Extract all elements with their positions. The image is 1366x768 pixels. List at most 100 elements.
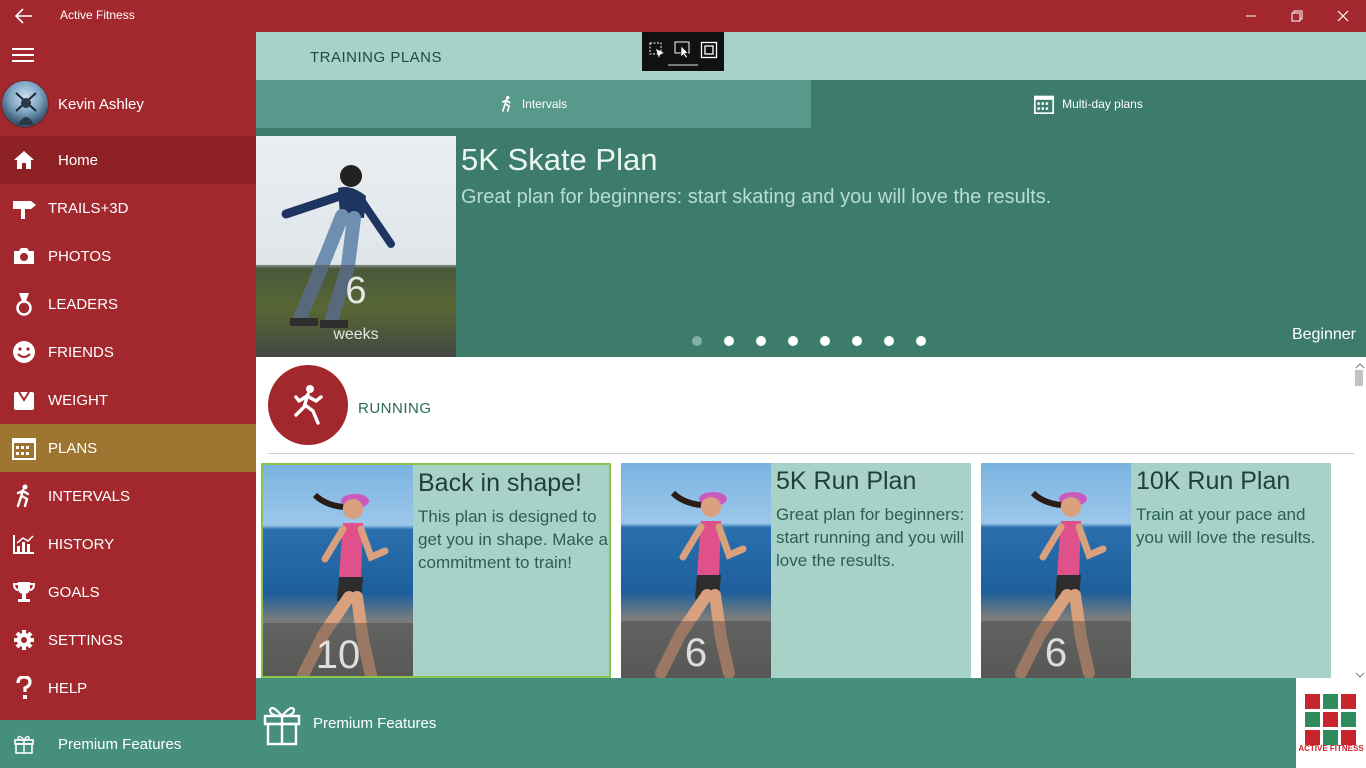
sidebar-item-label: INTERVALS <box>48 487 130 505</box>
scrollbar-thumb[interactable] <box>1355 370 1363 386</box>
toolbar-handle[interactable] <box>668 64 698 66</box>
sidebar-item-help[interactable]: HELP <box>0 664 256 712</box>
tab-label: Intervals <box>521 97 568 111</box>
premium-features-label: Premium Features <box>58 735 182 753</box>
smiley-icon <box>0 328 48 376</box>
back-arrow-icon[interactable] <box>14 7 34 25</box>
plan-title: Back in shape! <box>418 469 582 497</box>
duration-value: 6 <box>345 270 367 312</box>
featured-plan-title: 5K Skate Plan <box>461 142 658 177</box>
plan-description: Train at your pace and you will love the… <box>1136 505 1316 547</box>
minimize-button[interactable] <box>1228 0 1274 32</box>
trophy-icon <box>0 568 48 616</box>
sidebar-item-label: SETTINGS <box>48 631 124 649</box>
tab-intervals[interactable]: Intervals <box>256 80 811 128</box>
signpost-icon <box>0 184 48 232</box>
gear-icon <box>0 616 48 664</box>
chart-icon <box>0 520 48 568</box>
sidebar-item-photos[interactable]: PHOTOS <box>0 232 256 280</box>
sidebar-item-label: FRIENDS <box>48 343 114 361</box>
pager-dot[interactable] <box>884 336 894 346</box>
running-woman-icon <box>268 365 348 445</box>
pager-dot[interactable] <box>820 336 830 346</box>
plan-description: Great plan for beginners: start running … <box>776 505 965 570</box>
pager-dot[interactable] <box>724 336 734 346</box>
debug-toolbar <box>642 32 724 71</box>
gift-icon <box>0 734 48 754</box>
scroll-down-arrow-icon[interactable] <box>1355 667 1365 678</box>
profile-name: Kevin Ashley <box>58 96 144 113</box>
restore-button[interactable] <box>1274 0 1320 32</box>
plan-duration: 10 <box>315 633 361 677</box>
select-element-icon[interactable] <box>648 41 666 59</box>
page-title: TRAINING PLANS <box>310 49 443 66</box>
bottom-premium-bar[interactable]: Premium Features ACTIVE FITNESS <box>256 678 1366 768</box>
featured-plan-description: Great plan for beginners: start skating … <box>461 186 1052 208</box>
pointer-icon[interactable] <box>674 41 692 59</box>
plan-title: 10K Run Plan <box>1136 467 1291 495</box>
close-button[interactable] <box>1320 0 1366 32</box>
plan-duration: 6 <box>1044 631 1068 675</box>
gift-icon <box>262 702 302 746</box>
sidebar-item-label: GOALS <box>48 583 100 601</box>
sidebar-item-settings[interactable]: SETTINGS <box>0 616 256 664</box>
frame-icon[interactable] <box>700 41 718 59</box>
avatar <box>1 80 49 128</box>
sidebar-item-trails[interactable]: TRAILS+3D <box>0 184 256 232</box>
logo-text: ACTIVE FITNESS <box>1298 744 1364 753</box>
sidebar-premium-features[interactable]: Premium Features <box>0 720 256 768</box>
camera-icon <box>0 232 48 280</box>
sidebar-item-label: WEIGHT <box>48 391 108 409</box>
pager-dot[interactable] <box>692 336 702 346</box>
sidebar-item-label: LEADERS <box>48 295 119 313</box>
plan-description: This plan is designed to get you in shap… <box>418 507 608 572</box>
plan-card[interactable]: 10 Back in shape! This plan is designed … <box>261 463 611 678</box>
hamburger-menu-icon[interactable] <box>12 48 36 66</box>
question-icon <box>0 664 48 712</box>
sidebar-item-label: PHOTOS <box>48 247 112 265</box>
skater-photo <box>256 136 456 357</box>
home-icon <box>0 136 48 184</box>
plan-title: 5K Run Plan <box>776 467 917 495</box>
title-bar: Active Fitness <box>0 0 1366 32</box>
pager-dot[interactable] <box>916 336 926 346</box>
calendar-icon <box>1034 94 1055 114</box>
runner-icon <box>0 472 48 520</box>
sidebar-item-label: TRAILS+3D <box>48 199 129 217</box>
difficulty-level: Beginner <box>1291 326 1356 343</box>
pager-dot[interactable] <box>756 336 766 346</box>
sidebar-item-leaders[interactable]: LEADERS <box>0 280 256 328</box>
sidebar-item-label: HISTORY <box>48 535 115 553</box>
plan-duration: 6 <box>684 631 708 675</box>
pager-dot[interactable] <box>852 336 862 346</box>
sidebar-item-weight[interactable]: WEIGHT <box>0 376 256 424</box>
pager-dot[interactable] <box>788 336 798 346</box>
sidebar-item-label: Home <box>58 151 99 169</box>
sidebar-item-label: PLANS <box>48 439 98 457</box>
active-fitness-logo: ACTIVE FITNESS <box>1296 678 1366 768</box>
user-profile[interactable]: Kevin Ashley <box>0 80 256 130</box>
logo-grid <box>1305 694 1356 745</box>
sidebar-item-plans[interactable]: PLANS <box>0 424 256 472</box>
tab-multi-day-plans[interactable]: Multi-day plans <box>811 80 1366 128</box>
scale-icon <box>0 376 48 424</box>
calendar-icon <box>0 424 48 472</box>
plan-card[interactable]: 6 10K Run Plan Train at your pace and yo… <box>981 463 1331 678</box>
page-header: TRAINING PLANS <box>256 32 1366 80</box>
sidebar-item-friends[interactable]: FRIENDS <box>0 328 256 376</box>
medal-icon <box>0 280 48 328</box>
sidebar-item-home[interactable]: Home <box>0 136 256 184</box>
tab-label: Multi-day plans <box>1062 97 1143 111</box>
section-divider <box>268 453 1354 454</box>
sidebar-item-goals[interactable]: GOALS <box>0 568 256 616</box>
section-title: RUNNING <box>358 400 432 417</box>
sidebar-item-history[interactable]: HISTORY <box>0 520 256 568</box>
duration-unit: weeks <box>333 326 379 343</box>
carousel-pager <box>692 336 948 346</box>
premium-features-label: Premium Features <box>313 715 437 732</box>
app-title: Active Fitness <box>60 8 135 22</box>
featured-plan-banner[interactable]: 6 weeks 5K Skate Plan Great plan for beg… <box>256 128 1366 357</box>
plan-card[interactable]: 6 5K Run Plan Great plan for beginners: … <box>621 463 971 678</box>
scroll-up-arrow-icon[interactable] <box>1355 358 1365 369</box>
sidebar-item-intervals[interactable]: INTERVALS <box>0 472 256 520</box>
